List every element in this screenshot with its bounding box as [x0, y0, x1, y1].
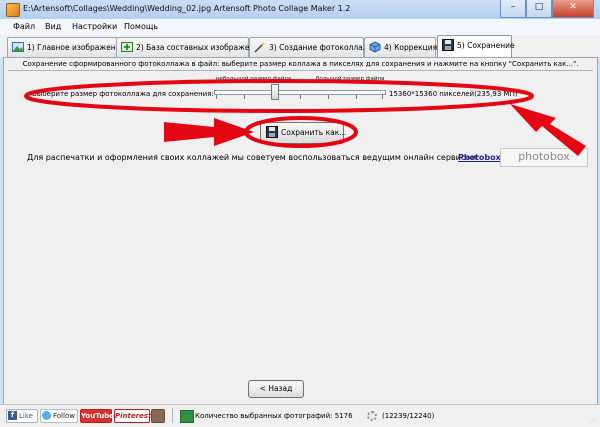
- menu-settings[interactable]: Настройки: [72, 22, 117, 31]
- resize-grip-icon[interactable]: ⋰: [590, 417, 598, 425]
- twitter-icon: [42, 411, 51, 420]
- app-icon: [6, 3, 20, 17]
- image-plus-icon: [121, 42, 133, 52]
- progress-text: (12239/12240): [382, 412, 435, 420]
- tab-bar: 1) Главное изображение 2) База составных…: [0, 35, 600, 58]
- twitter-follow-button[interactable]: Follow: [40, 409, 78, 423]
- pinterest-button[interactable]: Pinterest: [114, 409, 151, 423]
- slider-thumb[interactable]: [271, 84, 279, 100]
- menu-file[interactable]: Файл: [13, 22, 35, 31]
- slider-tick: [382, 95, 383, 99]
- slider-tick: [356, 95, 357, 99]
- small-file-hint: небольшой размер файла: [216, 76, 292, 82]
- app-window: E:\Artensoft\Collages\Wedding\Wedding_02…: [0, 0, 600, 427]
- tab-label: 5) Сохранение: [457, 41, 515, 50]
- status-separator: [172, 408, 173, 423]
- tab-label: 1) Главное изображение: [27, 43, 126, 52]
- selected-photos-count: Количество выбранных фотографий: 5176: [195, 412, 353, 420]
- back-label: < Назад: [259, 384, 293, 393]
- loading-spinner-icon: [367, 411, 377, 421]
- menu-help[interactable]: Помощь: [124, 22, 158, 31]
- save-panel: Сохранение сформированного фотоколлажа в…: [3, 57, 598, 406]
- divider: [8, 70, 593, 71]
- promo-text: Для распечатки и оформления своих коллаж…: [27, 153, 479, 162]
- window-controls: – □ ✕: [500, 0, 594, 18]
- minimize-button[interactable]: –: [500, 0, 526, 18]
- tab-label: 4) Коррекция: [384, 43, 438, 52]
- floppy-disk-icon: [266, 126, 278, 138]
- tab-correction[interactable]: 4) Коррекция: [364, 37, 438, 57]
- facebook-like-button[interactable]: f Like: [6, 409, 38, 423]
- tab-main-image[interactable]: 1) Главное изображение: [7, 37, 125, 57]
- status-bar: f Like Follow YouTube Pinterest Количеств…: [0, 404, 600, 427]
- slider-tick: [328, 95, 329, 99]
- cube-icon: [369, 41, 381, 53]
- save-as-label: Сохранить как...: [281, 128, 347, 137]
- photos-icon: [180, 410, 194, 423]
- magic-wand-icon: [254, 42, 266, 53]
- facebook-label: Like: [19, 412, 33, 420]
- instagram-icon[interactable]: [151, 409, 165, 423]
- logo-text: photobox: [518, 150, 570, 163]
- slider-tick: [300, 95, 301, 99]
- size-label: Выберите размер фотоколлажа для сохранен…: [32, 90, 214, 98]
- photobox-logo[interactable]: photobox: [500, 148, 588, 167]
- tab-save[interactable]: 5) Сохранение: [437, 35, 515, 58]
- slider-tick: [216, 95, 217, 99]
- close-button[interactable]: ✕: [552, 0, 594, 18]
- menu-view[interactable]: Вид: [45, 22, 61, 31]
- youtube-button[interactable]: YouTube: [80, 409, 114, 423]
- title-bar[interactable]: E:\Artensoft\Collages\Wedding\Wedding_02…: [0, 0, 600, 20]
- disk-icon: [442, 39, 454, 51]
- maximize-button[interactable]: □: [526, 0, 552, 18]
- size-value: 15360*15360 пикселей(235,93 МП): [389, 90, 518, 98]
- tab-label: 2) База составных изображений: [136, 43, 265, 52]
- back-button[interactable]: < Назад: [248, 380, 304, 398]
- menu-bar: Файл Вид Настройки Помощь: [0, 19, 600, 36]
- image-icon: [12, 42, 24, 52]
- facebook-icon: f: [8, 411, 17, 420]
- twitter-label: Follow: [53, 412, 75, 420]
- tab-image-database[interactable]: 2) База составных изображений: [116, 37, 264, 57]
- instruction-text: Сохранение сформированного фотоколлажа в…: [22, 60, 579, 68]
- save-as-button[interactable]: Сохранить как...: [260, 122, 347, 144]
- tab-create-collage[interactable]: 3) Создание фотоколлажа: [249, 37, 374, 57]
- slider-tick: [244, 95, 245, 99]
- photobox-link[interactable]: Photobox: [458, 153, 501, 162]
- window-title: E:\Artensoft\Collages\Wedding\Wedding_02…: [23, 4, 351, 13]
- size-slider[interactable]: [214, 84, 386, 100]
- tab-label: 3) Создание фотоколлажа: [269, 43, 375, 52]
- large-file-hint: большой размер файла: [316, 76, 385, 82]
